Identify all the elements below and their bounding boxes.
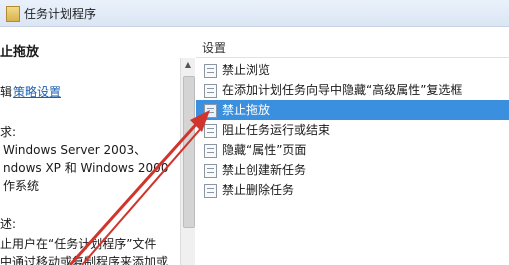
setting-label: 在添加计划任务向导中隐藏“高级属性”复选框 — [222, 83, 463, 97]
policy-setting-icon — [204, 144, 217, 158]
scrollbar-thumb[interactable] — [183, 76, 195, 228]
setting-row[interactable]: 禁止拖放 — [196, 100, 509, 120]
edit-policy-link[interactable]: 策略设置 — [13, 83, 61, 100]
scroll-up-icon[interactable]: ▲ — [181, 58, 195, 72]
setting-row[interactable]: 禁止创建新任务 — [196, 160, 509, 180]
policy-setting-icon — [204, 84, 217, 98]
folder-icon — [6, 6, 20, 22]
description-line: 中通过移动或复制程序来添加或 — [0, 255, 169, 265]
column-header-label: 设置 — [202, 41, 227, 55]
description-pane: 止拖放 辑 策略设置 求: Windows Server 2003、 ndows… — [0, 27, 180, 265]
edit-prefix: 辑 — [0, 85, 13, 99]
policy-setting-icon — [204, 64, 217, 78]
description-line: 止用户在“任务计划程序”文件 — [0, 237, 157, 251]
title-bar: 任务计划程序 — [0, 0, 509, 27]
setting-label: 隐藏“属性”页面 — [222, 143, 307, 157]
requirements-line: ndows XP 和 Windows 2000 — [3, 161, 169, 175]
setting-row[interactable]: 禁止浏览 — [196, 60, 509, 80]
settings-column-header[interactable]: 设置 — [196, 37, 509, 58]
setting-label: 禁止浏览 — [222, 63, 271, 77]
setting-row[interactable]: 在添加计划任务向导中隐藏“高级属性”复选框 — [196, 80, 509, 100]
setting-label: 阻止任务运行或结束 — [222, 123, 331, 137]
policy-setting-icon — [204, 184, 217, 198]
requirements-line: Windows Server 2003、 — [3, 143, 147, 157]
requirements-line: 作系统 — [3, 179, 40, 193]
policy-heading: 止拖放 — [0, 45, 40, 60]
policy-setting-icon — [204, 124, 217, 138]
requirements-label: 求: — [0, 125, 17, 139]
description-label: 述: — [0, 217, 17, 231]
setting-row[interactable]: 隐藏“属性”页面 — [196, 140, 509, 160]
policy-setting-icon — [204, 104, 217, 118]
window-title: 任务计划程序 — [24, 7, 97, 21]
setting-row[interactable]: 禁止删除任务 — [196, 180, 509, 200]
setting-row[interactable]: 阻止任务运行或结束 — [196, 120, 509, 140]
settings-list: 禁止浏览在添加计划任务向导中隐藏“高级属性”复选框 禁止拖放阻止任务运行或结束 隐藏… — [196, 60, 509, 200]
vertical-scrollbar[interactable]: ▲ — [180, 58, 195, 265]
setting-label: 禁止拖放 — [222, 103, 271, 117]
policy-setting-icon — [204, 164, 217, 178]
setting-label: 禁止创建新任务 — [222, 163, 307, 177]
setting-label: 禁止删除任务 — [222, 183, 295, 197]
